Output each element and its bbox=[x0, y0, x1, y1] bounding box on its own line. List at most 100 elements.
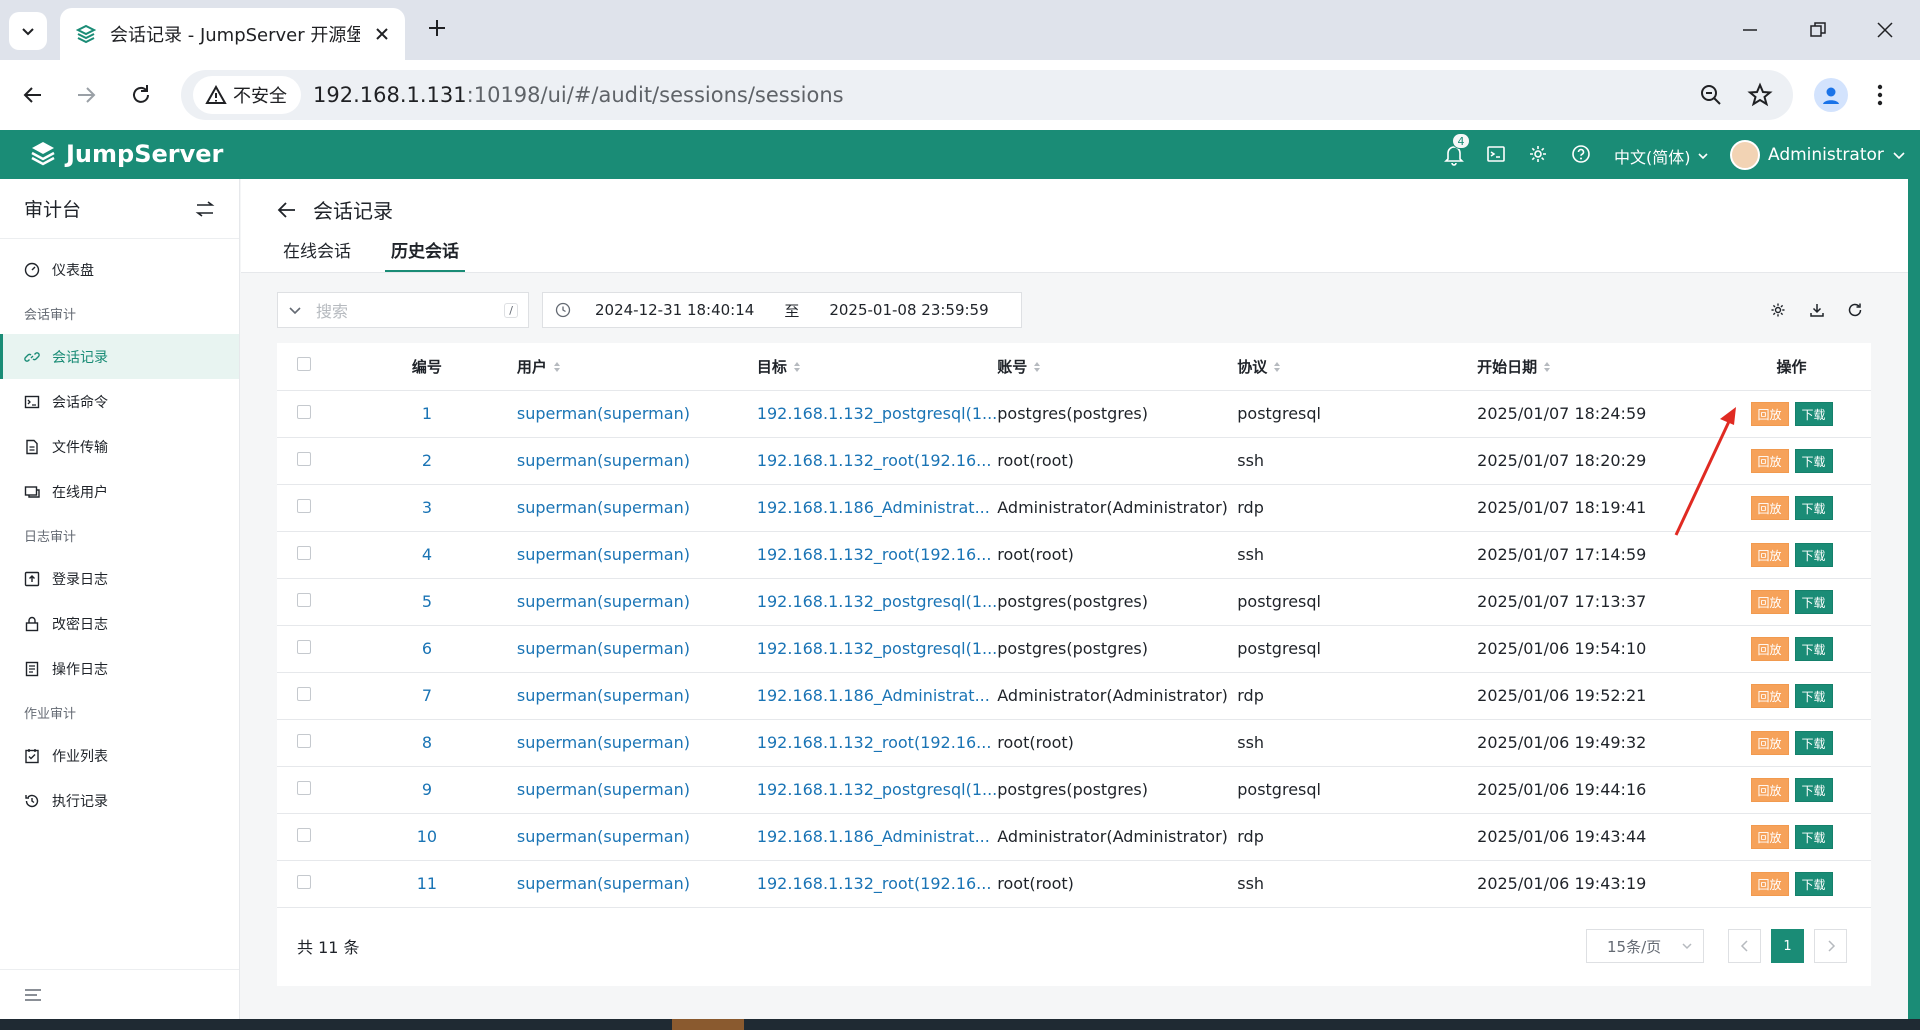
search-input[interactable]: 搜索 / bbox=[277, 292, 529, 328]
column-header-protocol[interactable]: 协议 bbox=[1237, 343, 1478, 391]
refresh-icon[interactable] bbox=[1847, 302, 1863, 318]
sidebar-item-job-list[interactable]: 作业列表 bbox=[0, 733, 239, 778]
column-settings-gear-icon[interactable] bbox=[1770, 302, 1786, 318]
sidebar-item-session-commands[interactable]: 会话命令 bbox=[0, 379, 239, 424]
cell-target-link[interactable]: 192.168.1.132_postgresql(1... bbox=[756, 578, 998, 626]
download-button[interactable]: 下载 bbox=[1794, 589, 1833, 614]
column-header-target[interactable]: 目标 bbox=[756, 343, 998, 391]
download-button[interactable]: 下载 bbox=[1794, 730, 1833, 755]
download-button[interactable]: 下载 bbox=[1794, 495, 1833, 520]
sidebar-item-login-log[interactable]: 登录日志 bbox=[0, 556, 239, 601]
cell-user-link[interactable]: superman(superman) bbox=[516, 437, 757, 485]
sidebar-collapse[interactable] bbox=[0, 969, 239, 1019]
replay-button[interactable]: 回放 bbox=[1750, 777, 1789, 802]
sidebar-item-session-records[interactable]: 会话记录 bbox=[0, 334, 239, 379]
reload-icon[interactable] bbox=[128, 82, 154, 108]
cell-target-link[interactable]: 192.168.1.132_root(192.16... bbox=[756, 531, 998, 579]
cell-target-link[interactable]: 192.168.1.186_Administrat... bbox=[756, 813, 998, 861]
sidebar-item-password-change-log[interactable]: 改密日志 bbox=[0, 601, 239, 646]
site-security-chip[interactable]: 不安全 bbox=[193, 76, 301, 114]
cell-user-link[interactable]: superman(superman) bbox=[516, 813, 757, 861]
row-checkbox[interactable] bbox=[297, 734, 311, 748]
prev-page-button[interactable] bbox=[1728, 929, 1761, 963]
profile-avatar[interactable] bbox=[1814, 78, 1848, 112]
download-button[interactable]: 下载 bbox=[1794, 683, 1833, 708]
row-checkbox[interactable] bbox=[297, 875, 311, 889]
back-arrow-icon[interactable] bbox=[277, 201, 297, 219]
cell-target-link[interactable]: 192.168.1.186_Administrat... bbox=[756, 484, 998, 532]
cell-target-link[interactable]: 192.168.1.186_Administrat... bbox=[756, 672, 998, 720]
close-icon[interactable] bbox=[375, 27, 389, 41]
brand-logo[interactable]: JumpServer bbox=[28, 139, 223, 169]
replay-button[interactable]: 回放 bbox=[1750, 542, 1789, 567]
download-button[interactable]: 下载 bbox=[1794, 871, 1833, 896]
cell-target-link[interactable]: 192.168.1.132_postgresql(1... bbox=[756, 625, 998, 673]
cell-target-link[interactable]: 192.168.1.132_postgresql(1... bbox=[756, 766, 998, 814]
cell-target-link[interactable]: 192.168.1.132_root(192.16... bbox=[756, 860, 998, 908]
restore-icon[interactable] bbox=[1806, 18, 1830, 42]
row-checkbox[interactable] bbox=[297, 828, 311, 842]
column-header-id[interactable]: 编号 bbox=[336, 343, 517, 391]
minimize-icon[interactable] bbox=[1738, 18, 1762, 42]
bookmark-star-icon[interactable] bbox=[1747, 82, 1773, 108]
cell-user-link[interactable]: superman(superman) bbox=[516, 719, 757, 767]
cell-user-link[interactable]: superman(superman) bbox=[516, 625, 757, 673]
zoom-icon[interactable] bbox=[1698, 82, 1724, 108]
export-download-icon[interactable] bbox=[1809, 302, 1825, 318]
replay-button[interactable]: 回放 bbox=[1750, 871, 1789, 896]
url-text[interactable]: 192.168.1.131:10198/ui/#/audit/sessions/… bbox=[313, 83, 844, 107]
sidebar-item-execution-history[interactable]: 执行记录 bbox=[0, 778, 239, 823]
switch-view-icon[interactable] bbox=[195, 200, 215, 218]
cell-user-link[interactable]: superman(superman) bbox=[516, 390, 757, 438]
tab-history-sessions[interactable]: 历史会话 bbox=[385, 233, 465, 272]
sidebar-item-file-transfer[interactable]: 文件传输 bbox=[0, 424, 239, 469]
download-button[interactable]: 下载 bbox=[1794, 636, 1833, 661]
cell-id[interactable]: 1 bbox=[336, 390, 517, 438]
replay-button[interactable]: 回放 bbox=[1750, 636, 1789, 661]
language-selector[interactable]: 中文(简体) bbox=[1614, 144, 1709, 168]
cell-user-link[interactable]: superman(superman) bbox=[516, 531, 757, 579]
replay-button[interactable]: 回放 bbox=[1750, 401, 1789, 426]
more-vert-icon[interactable] bbox=[1876, 82, 1884, 108]
column-header-start-date[interactable]: 开始日期 bbox=[1477, 343, 1713, 391]
cell-id[interactable]: 2 bbox=[336, 437, 517, 485]
cell-target-link[interactable]: 192.168.1.132_root(192.16... bbox=[756, 437, 998, 485]
column-header-user[interactable]: 用户 bbox=[516, 343, 757, 391]
sidebar-item-operation-log[interactable]: 操作日志 bbox=[0, 646, 239, 691]
select-all-checkbox[interactable] bbox=[297, 357, 311, 372]
row-checkbox[interactable] bbox=[297, 499, 311, 513]
cell-user-link[interactable]: superman(superman) bbox=[516, 484, 757, 532]
settings-gear-icon[interactable] bbox=[1528, 144, 1548, 164]
download-button[interactable]: 下载 bbox=[1794, 448, 1833, 473]
date-range-picker[interactable]: 2024-12-31 18:40:14 至 2025-01-08 23:59:5… bbox=[542, 292, 1022, 328]
cell-id[interactable]: 10 bbox=[336, 813, 517, 861]
replay-button[interactable]: 回放 bbox=[1750, 495, 1789, 520]
row-checkbox[interactable] bbox=[297, 687, 311, 701]
download-button[interactable]: 下载 bbox=[1794, 824, 1833, 849]
forward-arrow-icon[interactable] bbox=[73, 82, 99, 108]
download-button[interactable]: 下载 bbox=[1794, 542, 1833, 567]
cell-id[interactable]: 7 bbox=[336, 672, 517, 720]
user-menu[interactable]: Administrator bbox=[1730, 140, 1906, 170]
help-circle-icon[interactable] bbox=[1571, 144, 1591, 164]
cell-target-link[interactable]: 192.168.1.132_root(192.16... bbox=[756, 719, 998, 767]
replay-button[interactable]: 回放 bbox=[1750, 730, 1789, 755]
replay-button[interactable]: 回放 bbox=[1750, 824, 1789, 849]
replay-button[interactable]: 回放 bbox=[1750, 589, 1789, 614]
replay-button[interactable]: 回放 bbox=[1750, 683, 1789, 708]
replay-button[interactable]: 回放 bbox=[1750, 448, 1789, 473]
row-checkbox[interactable] bbox=[297, 546, 311, 560]
next-page-button[interactable] bbox=[1814, 929, 1847, 963]
back-arrow-icon[interactable] bbox=[20, 82, 46, 108]
window-close-icon[interactable] bbox=[1873, 18, 1897, 42]
browser-tab[interactable]: 会话记录 - JumpServer 开源堡垒机 bbox=[60, 8, 405, 60]
cell-id[interactable]: 8 bbox=[336, 719, 517, 767]
cell-id[interactable]: 9 bbox=[336, 766, 517, 814]
page-size-select[interactable]: 15条/页 bbox=[1586, 929, 1704, 963]
download-button[interactable]: 下载 bbox=[1794, 777, 1833, 802]
cell-id[interactable]: 11 bbox=[336, 860, 517, 908]
row-checkbox[interactable] bbox=[297, 640, 311, 654]
sidebar-item-dashboard[interactable]: 仪表盘 bbox=[0, 247, 239, 292]
taskbar-active-app[interactable] bbox=[672, 1019, 744, 1030]
url-bar[interactable]: 不安全 192.168.1.131:10198/ui/#/audit/sessi… bbox=[181, 70, 1793, 120]
